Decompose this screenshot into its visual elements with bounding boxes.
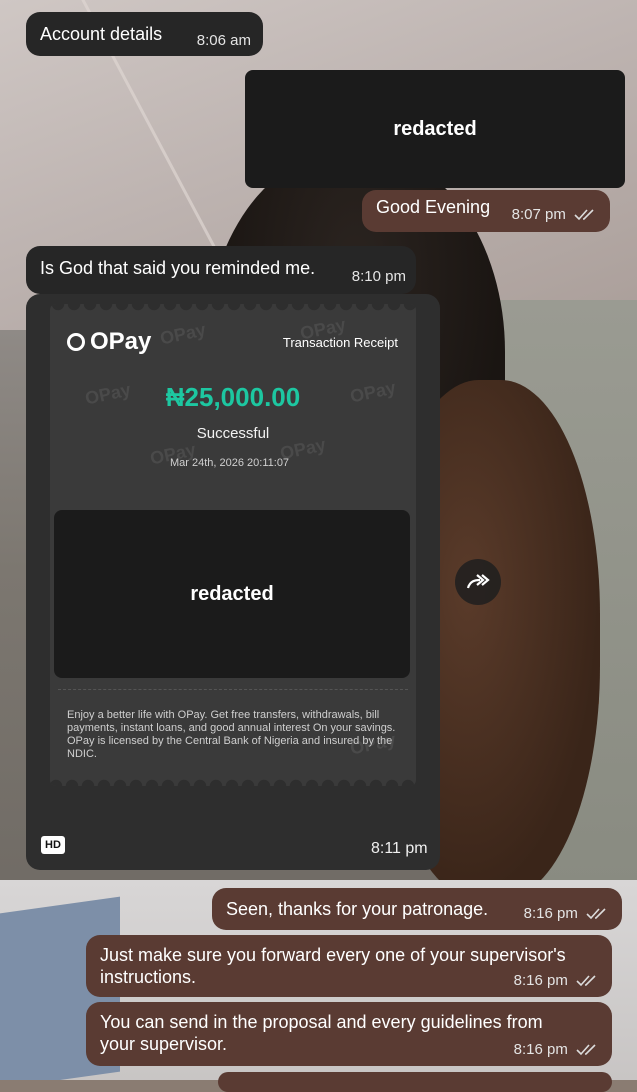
redacted-label: redacted <box>190 582 274 605</box>
message-outgoing-partial[interactable] <box>218 1072 612 1092</box>
message-text: Seen, thanks for your patronage. <box>226 899 489 919</box>
redacted-details: redacted <box>54 510 410 678</box>
message-time: 8:11 pm <box>371 840 428 857</box>
hd-badge: HD <box>41 836 65 854</box>
receipt-footer: Enjoy a better life with OPay. Get free … <box>67 709 396 760</box>
message-outgoing[interactable]: Good Evening 8:07 pm <box>362 190 610 232</box>
message-time: 8:16 pm <box>513 972 568 989</box>
redacted-label: redacted <box>393 117 477 140</box>
message-text: Is God that said you reminded me. <box>40 258 316 278</box>
double-check-icon <box>576 975 596 987</box>
receipt-amount: ₦25,000.00 <box>165 382 301 412</box>
double-check-icon <box>586 908 606 920</box>
message-incoming[interactable]: Is God that said you reminded me. 8:10 p… <box>26 246 416 294</box>
message-time: 8:10 pm <box>351 268 406 285</box>
receipt-status: Successful <box>196 425 270 442</box>
opay-logo: OPay <box>66 328 151 356</box>
message-text: Account details <box>40 24 163 44</box>
double-check-icon <box>576 1044 596 1056</box>
forward-icon <box>466 574 490 589</box>
message-time: 8:16 pm <box>513 1041 568 1058</box>
receipt-datetime: Mar 24th, 2026 20:11:07 <box>170 457 290 469</box>
message-outgoing[interactable]: Just make sure you forward every one of … <box>86 935 612 997</box>
redacted-message[interactable]: redacted <box>245 70 625 188</box>
message-text: You can send in the proposal and every g… <box>100 1012 543 1054</box>
receipt-title: Transaction Receipt <box>282 335 398 350</box>
message-outgoing[interactable]: Seen, thanks for your patronage. 8:16 pm <box>212 888 622 930</box>
forward-button[interactable] <box>455 559 501 605</box>
message-outgoing[interactable]: You can send in the proposal and every g… <box>86 1002 612 1066</box>
message-incoming[interactable]: Account details 8:06 am <box>26 12 263 56</box>
message-text: Good Evening <box>376 197 491 217</box>
message-time: 8:16 pm <box>523 905 578 922</box>
double-check-icon <box>574 209 594 221</box>
message-time: 8:06 am <box>196 32 251 49</box>
message-time: 8:07 pm <box>511 206 566 223</box>
